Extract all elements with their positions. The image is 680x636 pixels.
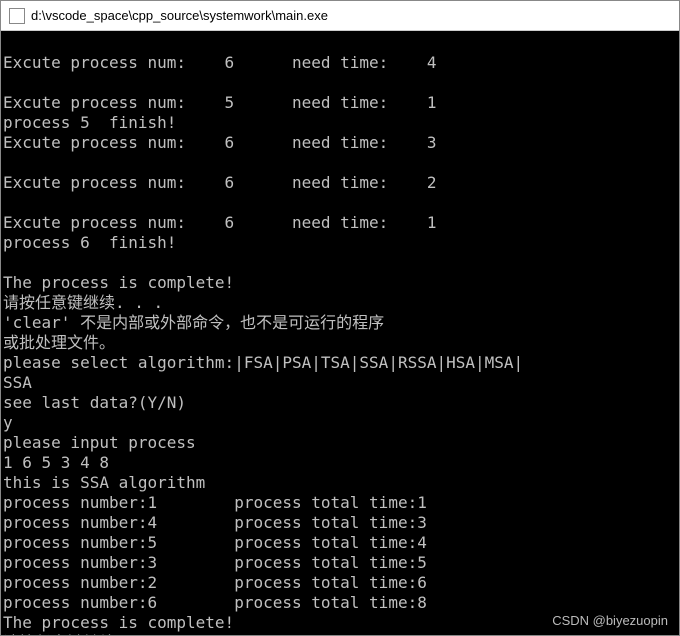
terminal-line: process number:3 process total time:5 xyxy=(3,553,427,572)
terminal-line: process number:4 process total time:3 xyxy=(3,513,427,532)
terminal-line: process number:5 process total time:4 xyxy=(3,533,427,552)
terminal-line: SSA xyxy=(3,373,32,392)
terminal-line: Excute process num: 6 need time: 3 xyxy=(3,133,436,152)
terminal-line: 请按任意键继续. . . xyxy=(3,293,163,312)
terminal-line: process 5 finish! xyxy=(3,113,176,132)
app-icon xyxy=(9,8,25,24)
titlebar[interactable]: d:\vscode_space\cpp_source\systemwork\ma… xyxy=(1,1,679,31)
watermark: CSDN @biyezuopin xyxy=(552,613,668,628)
terminal-line: y xyxy=(3,413,13,432)
terminal-line: 'clear' 不是内部或外部命令，也不是可运行的程序 xyxy=(3,313,384,332)
terminal-line: 或批处理文件。 xyxy=(3,333,115,352)
terminal-line: Excute process num: 6 need time: 4 xyxy=(3,53,436,72)
window-title: d:\vscode_space\cpp_source\systemwork\ma… xyxy=(31,8,328,23)
terminal-line: please select algorithm:|FSA|PSA|TSA|SSA… xyxy=(3,353,523,372)
terminal-line: see last data?(Y/N) xyxy=(3,393,186,412)
terminal-line: Excute process num: 5 need time: 1 xyxy=(3,93,436,112)
terminal-line: 请按任意键继续. . . xyxy=(3,633,163,635)
terminal-output[interactable]: Excute process num: 6 need time: 4 Excut… xyxy=(1,31,679,635)
terminal-line: please input process xyxy=(3,433,196,452)
terminal-line: Excute process num: 6 need time: 1 xyxy=(3,213,436,232)
terminal-line: The process is complete! xyxy=(3,273,234,292)
terminal-line: Excute process num: 6 need time: 2 xyxy=(3,173,436,192)
terminal-line: The process is complete! xyxy=(3,613,234,632)
terminal-line: process number:1 process total time:1 xyxy=(3,493,427,512)
terminal-line: process number:6 process total time:8 xyxy=(3,593,427,612)
terminal-line: this is SSA algorithm xyxy=(3,473,205,492)
console-window: d:\vscode_space\cpp_source\systemwork\ma… xyxy=(0,0,680,636)
terminal-line: process 6 finish! xyxy=(3,233,176,252)
terminal-line: 1 6 5 3 4 8 xyxy=(3,453,109,472)
terminal-line: process number:2 process total time:6 xyxy=(3,573,427,592)
